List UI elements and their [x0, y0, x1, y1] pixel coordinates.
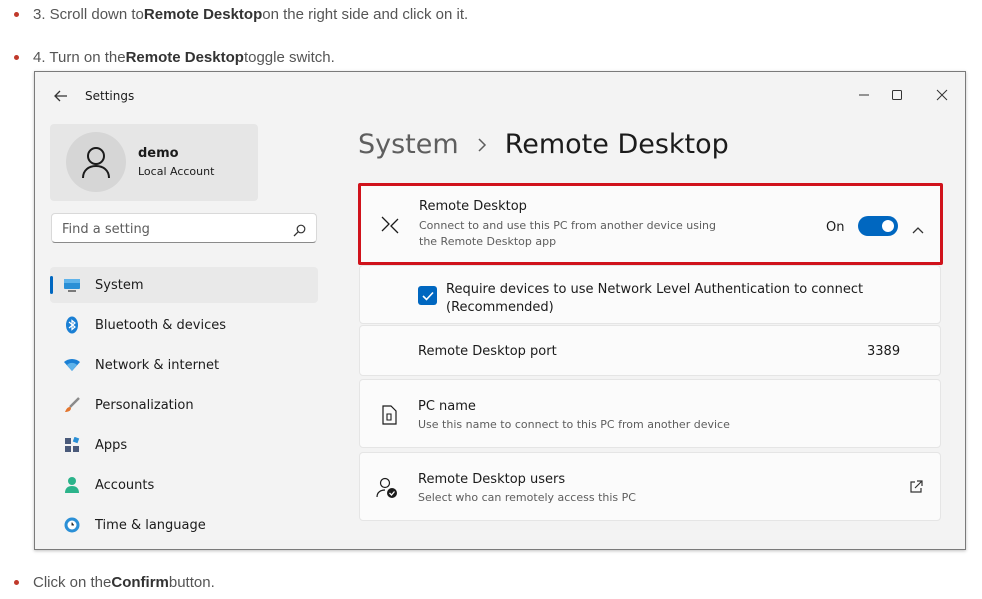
sidebar-item-bluetooth[interactable]: Bluetooth & devices [50, 307, 318, 343]
avatar [66, 132, 126, 192]
sidebar-item-label: Time & language [95, 518, 206, 533]
brush-icon [63, 396, 81, 414]
sidebar-item-accounts[interactable]: Accounts [50, 467, 318, 503]
remote-desktop-desc-2: the Remote Desktop app [419, 235, 557, 248]
step5-suffix: button. [168, 574, 215, 591]
person-icon [63, 476, 81, 494]
bullet-dot [14, 580, 19, 585]
arrow-left-icon[interactable] [53, 88, 69, 104]
bullet-dot [14, 12, 19, 17]
sidebar-item-label: Accounts [95, 478, 155, 493]
app-title: Settings [85, 89, 135, 103]
pc-name-title: PC name [418, 399, 476, 414]
search-placeholder: Find a setting [62, 222, 150, 237]
person-avatar-icon [82, 147, 110, 179]
remote-desktop-title: Remote Desktop [419, 199, 527, 214]
checkmark-icon [421, 291, 434, 301]
monitor-icon [63, 276, 81, 294]
nla-label-line1: Require devices to use Network Level Aut… [446, 282, 864, 297]
active-indicator [50, 276, 53, 294]
remote-desktop-port-row: Remote Desktop port 3389 [359, 325, 941, 376]
document-icon [378, 404, 400, 426]
search-input[interactable]: Find a setting [51, 213, 317, 243]
sidebar-item-system[interactable]: System [50, 267, 318, 303]
sidebar-item-personalization[interactable]: Personalization [50, 387, 318, 423]
user-name: demo [138, 146, 179, 161]
maximize-button[interactable] [878, 80, 916, 110]
remote-desktop-users-card[interactable]: Remote Desktop users Select who can remo… [359, 452, 941, 521]
bluetooth-icon [63, 316, 81, 334]
sidebar-item-label: Network & internet [95, 358, 220, 373]
sidebar-item-time-language[interactable]: Time & language [50, 507, 318, 543]
close-button[interactable] [923, 80, 961, 110]
rd-users-desc: Select who can remotely access this PC [418, 491, 636, 504]
remote-desktop-toggle[interactable] [858, 216, 898, 236]
remote-desktop-desc-1: Connect to and use this PC from another … [419, 219, 717, 232]
remote-desktop-card[interactable]: Remote Desktop Connect to and use this P… [358, 183, 943, 265]
sidebar-item-network[interactable]: Network & internet [50, 347, 318, 383]
settings-window: Settings demo Local Account Find a setti… [34, 71, 966, 550]
instruction-step-4: 4. Turn on the Remote Desktop toggle swi… [14, 49, 335, 66]
breadcrumb-parent[interactable]: System [358, 129, 459, 160]
close-icon [936, 89, 948, 101]
external-link-icon[interactable] [909, 479, 923, 498]
step5-prefix: Click on the [33, 574, 112, 591]
user-profile[interactable]: demo Local Account [50, 124, 258, 201]
instruction-step-5: Click on the Confirm button. [14, 574, 215, 591]
chevron-right-icon [477, 137, 487, 152]
chevron-up-icon[interactable] [912, 219, 924, 238]
sidebar-item-label: System [95, 278, 144, 293]
toggle-knob [882, 220, 894, 232]
step4-suffix: toggle switch. [243, 49, 335, 66]
account-type: Local Account [138, 165, 215, 178]
sidebar-item-apps[interactable]: Apps [50, 427, 318, 463]
port-value: 3389 [867, 344, 901, 359]
sidebar-item-label: Personalization [95, 398, 194, 413]
nla-checkbox[interactable] [418, 286, 437, 305]
step4-prefix: 4. Turn on the [33, 49, 126, 66]
port-label: Remote Desktop port [418, 344, 557, 359]
remote-desktop-icon [379, 214, 401, 236]
pc-name-desc: Use this name to connect to this PC from… [418, 418, 730, 431]
step4-bold: Remote Desktop [125, 49, 244, 66]
nla-setting-row: Require devices to use Network Level Aut… [359, 265, 941, 324]
step3-bold: Remote Desktop [143, 6, 263, 23]
sidebar-item-label: Bluetooth & devices [95, 318, 226, 333]
step3-suffix: on the right side and click on it. [262, 6, 469, 23]
maximize-icon [892, 90, 902, 100]
nla-label-line2: (Recommended) [446, 300, 554, 315]
clock-globe-icon [63, 516, 81, 534]
nla-label: Require devices to use Network Level Aut… [446, 281, 863, 317]
apps-icon [63, 436, 81, 454]
rd-users-title: Remote Desktop users [418, 472, 566, 487]
title-bar: Settings [35, 72, 965, 118]
toggle-state-label: On [826, 220, 845, 235]
step3-prefix: 3. Scroll down to [33, 6, 144, 23]
user-check-icon [376, 477, 398, 499]
search-icon[interactable] [293, 222, 306, 241]
bullet-dot [14, 55, 19, 60]
minimize-icon [859, 94, 869, 96]
wifi-icon [63, 356, 81, 374]
pc-name-card[interactable]: PC name Use this name to connect to this… [359, 379, 941, 448]
page-title: Remote Desktop [504, 129, 729, 160]
breadcrumb: System Remote Desktop [358, 129, 729, 160]
step5-bold: Confirm [111, 574, 169, 591]
instruction-step-3: 3. Scroll down to Remote Desktop on the … [14, 6, 468, 23]
sidebar-item-label: Apps [95, 438, 128, 453]
